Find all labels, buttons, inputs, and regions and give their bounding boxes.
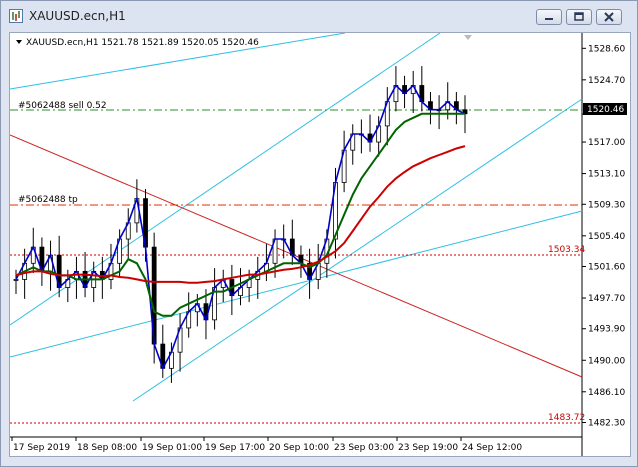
dropdown-arrow-icon[interactable] bbox=[16, 40, 22, 44]
price-scale: 1528.60 1524.70 1517.00 1513.10 1509.30 1505.… bbox=[582, 44, 625, 428]
price-chart[interactable]: XAUUSD.ecn,H1 1521.78 1521.89 1520.05 15… bbox=[9, 32, 631, 457]
tp-order-label: #5062488 tp bbox=[18, 195, 78, 205]
chart-window: XAUUSD.ecn,H1 XAUUSD.ecn,H1 1521.78 1521… bbox=[0, 0, 638, 467]
price-tick-label: 1497.70 bbox=[588, 294, 625, 304]
time-tick-label: 19 Sep 17:00 bbox=[205, 443, 265, 453]
minimize-icon bbox=[545, 18, 553, 20]
price-tick-label: 1501.60 bbox=[588, 263, 625, 273]
time-tick-label: 19 Sep 01:00 bbox=[142, 443, 202, 453]
time-tick-label: 23 Sep 19:00 bbox=[398, 443, 458, 453]
candlesticks bbox=[13, 66, 468, 383]
chart-icon bbox=[9, 9, 23, 23]
symbol-info-line: XAUUSD.ecn,H1 1521.78 1521.89 1520.05 15… bbox=[26, 38, 259, 48]
price-tick-label: 1490.00 bbox=[588, 356, 625, 366]
sell-order-label: #5062488 sell 0.52 bbox=[18, 101, 107, 111]
trendline-red-descending[interactable] bbox=[9, 134, 583, 378]
restore-icon bbox=[574, 12, 584, 21]
time-tick-label: 18 Sep 08:00 bbox=[77, 443, 137, 453]
price-tick-label: 1482.30 bbox=[588, 418, 625, 428]
level-label-1503: 1503.34 bbox=[548, 245, 585, 255]
time-tick-label: 24 Sep 12:00 bbox=[462, 443, 522, 453]
ma-slow-line bbox=[15, 145, 466, 284]
window-title: XAUUSD.ecn,H1 bbox=[29, 9, 126, 23]
chart-canvas[interactable]: XAUUSD.ecn,H1 1521.78 1521.89 1520.05 15… bbox=[9, 32, 630, 456]
time-scale: 17 Sep 2019 18 Sep 08:00 19 Sep 01:00 19 Se… bbox=[11, 437, 522, 453]
scroll-marker-icon[interactable] bbox=[464, 35, 472, 40]
close-icon bbox=[604, 12, 614, 22]
candle-body bbox=[13, 279, 19, 281]
minimize-button[interactable] bbox=[536, 9, 562, 25]
title-bar[interactable]: XAUUSD.ecn,H1 bbox=[1, 1, 637, 33]
price-tick-label: 1528.60 bbox=[588, 44, 625, 54]
time-tick-label: 20 Sep 10:00 bbox=[269, 443, 329, 453]
trendline-channel-bottom[interactable] bbox=[132, 98, 583, 402]
current-price-label: 1520.46 bbox=[587, 105, 624, 115]
price-tick-label: 1509.30 bbox=[588, 200, 625, 210]
price-tick-label: 1513.10 bbox=[588, 170, 625, 180]
level-label-1483: 1483.72 bbox=[548, 413, 585, 423]
price-tick-label: 1505.40 bbox=[588, 232, 625, 242]
time-tick-label: 17 Sep 2019 bbox=[13, 443, 70, 453]
restore-button[interactable] bbox=[566, 9, 592, 25]
time-tick-label: 23 Sep 03:00 bbox=[334, 443, 394, 453]
price-tick-label: 1486.10 bbox=[588, 388, 625, 398]
price-tick-label: 1524.70 bbox=[588, 76, 625, 86]
price-tick-label: 1517.00 bbox=[588, 138, 625, 148]
price-tick-label: 1493.90 bbox=[588, 325, 625, 335]
close-button[interactable] bbox=[596, 9, 622, 25]
trend-channel[interactable] bbox=[9, 32, 583, 402]
moving-averages bbox=[15, 84, 466, 371]
